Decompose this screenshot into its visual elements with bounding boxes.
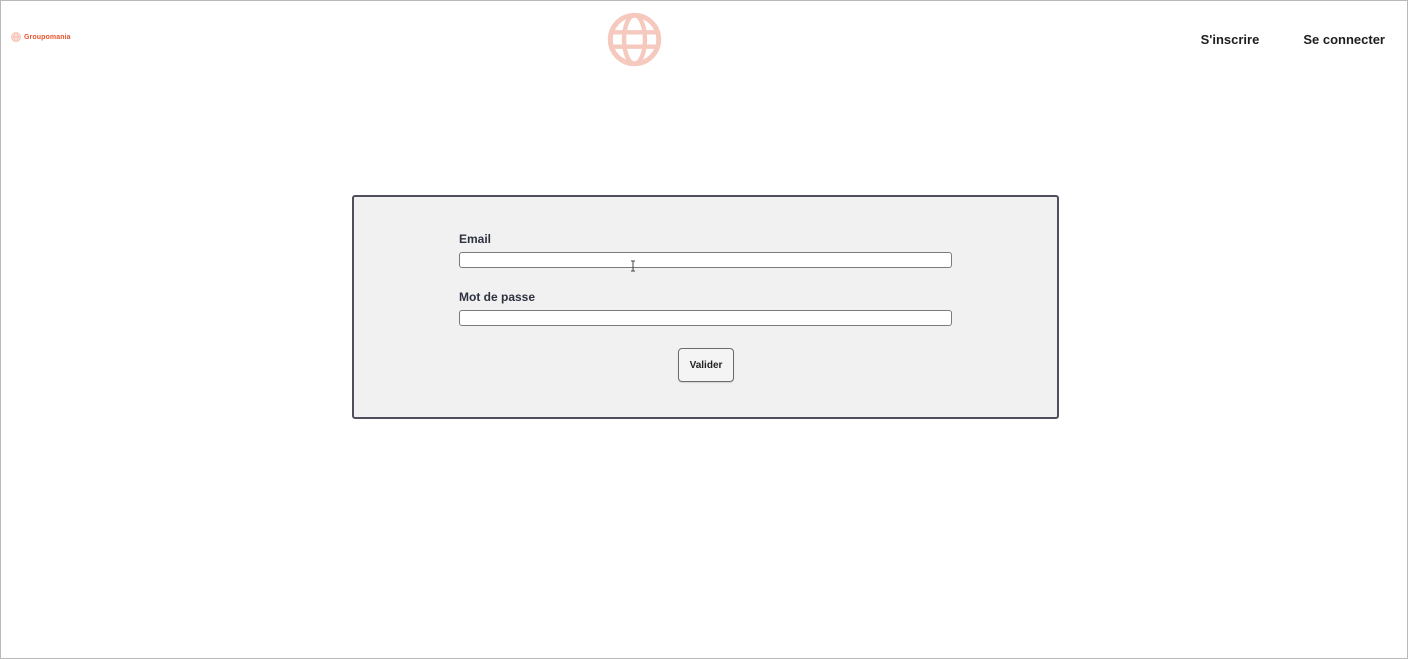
page-frame: Groupomania S'inscrire Se connecter Emai… <box>0 0 1408 659</box>
globe-icon <box>607 12 662 67</box>
brand-link[interactable]: Groupomania <box>11 32 71 42</box>
password-field[interactable] <box>459 310 952 326</box>
login-form: Email Mot de passe Valider <box>352 195 1059 419</box>
submit-button[interactable]: Valider <box>678 348 734 382</box>
globe-icon <box>11 32 21 42</box>
header-nav: S'inscrire Se connecter <box>1201 32 1385 47</box>
nav-signup-link[interactable]: S'inscrire <box>1201 32 1260 47</box>
email-label: Email <box>459 232 492 246</box>
password-label: Mot de passe <box>459 290 536 304</box>
brand-name: Groupomania <box>24 33 71 41</box>
email-field[interactable] <box>459 252 952 268</box>
nav-login-link[interactable]: Se connecter <box>1303 32 1385 47</box>
